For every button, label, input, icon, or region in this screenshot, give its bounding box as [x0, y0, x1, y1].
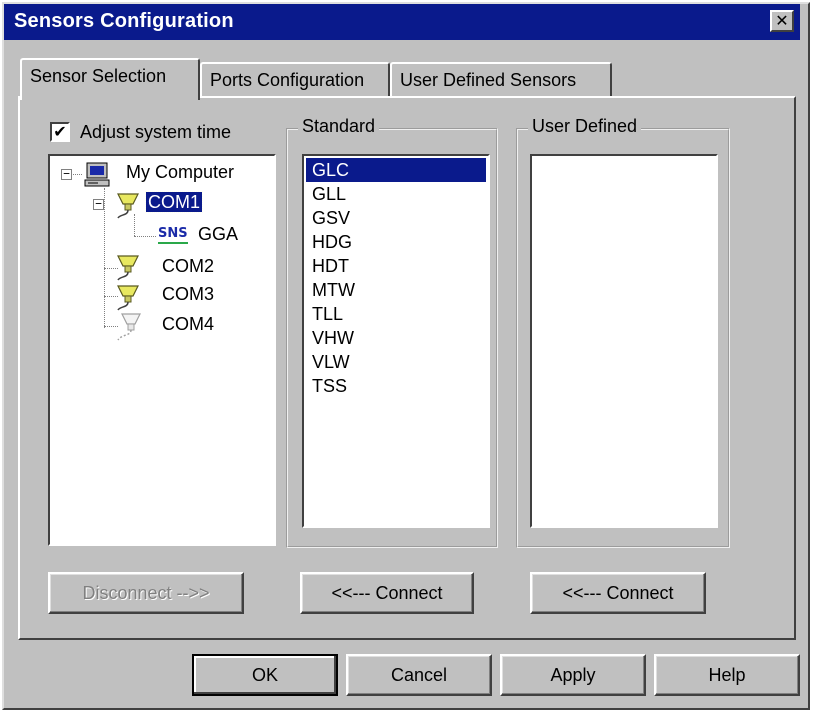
list-item-tss[interactable]: TSS — [306, 374, 486, 398]
user-defined-group-label: User Defined — [528, 116, 642, 137]
sns-badge-label: SNS — [158, 226, 188, 241]
tree-item-label: My Computer — [126, 162, 235, 182]
tree-item-com1[interactable]: COM1 — [144, 191, 204, 213]
apply-button[interactable]: Apply — [500, 654, 646, 696]
sns-underline — [158, 242, 188, 244]
list-item-label: GLL — [312, 184, 347, 204]
close-button[interactable]: ✕ — [770, 10, 794, 32]
serial-port-disabled-icon — [117, 313, 141, 341]
collapse-com1-icon[interactable]: − — [93, 198, 104, 210]
list-item-hdg[interactable]: HDG — [306, 230, 486, 254]
tab-label: Ports Configuration — [210, 70, 365, 90]
list-item-gll[interactable]: GLL — [306, 182, 486, 206]
list-item-vhw[interactable]: VHW — [306, 326, 486, 350]
tree-item-com2[interactable]: COM2 — [162, 256, 214, 277]
help-button[interactable]: Help — [654, 654, 800, 696]
serial-port-icon — [117, 285, 139, 311]
sns-badge-icon: SNS — [158, 226, 188, 241]
tab-user-defined-sensors[interactable]: User Defined Sensors — [390, 62, 612, 98]
list-item-label: HDT — [312, 256, 349, 276]
list-item-label: MTW — [312, 280, 355, 300]
computer-icon — [84, 162, 110, 187]
list-item-hdt[interactable]: HDT — [306, 254, 486, 278]
standard-group-label: Standard — [298, 116, 380, 137]
connect-standard-label: <<--- Connect — [331, 583, 443, 603]
adjust-time-checkbox[interactable]: ✔ — [50, 122, 70, 142]
disconnect-button[interactable]: Disconnect -->> — [48, 572, 244, 614]
help-label: Help — [708, 665, 746, 685]
list-item-tll[interactable]: TLL — [306, 302, 486, 326]
list-item-label: GLC — [312, 160, 350, 180]
tree-item-label: COM3 — [162, 284, 215, 304]
window-title: Sensors Configuration — [14, 10, 234, 32]
tree-item-label: COM2 — [162, 256, 215, 276]
disconnect-label: Disconnect -->> — [82, 583, 210, 603]
ok-label: OK — [251, 665, 278, 685]
tab-label: User Defined Sensors — [400, 70, 577, 90]
adjust-time-label: Adjust system time — [80, 122, 232, 142]
tree-item-label: COM4 — [162, 314, 215, 334]
tab-label: Sensor Selection — [30, 66, 167, 86]
close-icon: ✕ — [775, 11, 789, 30]
apply-label: Apply — [550, 665, 596, 685]
list-item-mtw[interactable]: MTW — [306, 278, 486, 302]
list-item-label: TSS — [312, 376, 348, 396]
ok-button[interactable]: OK — [192, 654, 338, 696]
list-item-label: VLW — [312, 352, 350, 372]
list-item-label: VHW — [312, 328, 354, 348]
tree-item-label: COM1 — [144, 191, 204, 213]
list-item-label: GSV — [312, 208, 351, 228]
cancel-label: Cancel — [390, 665, 448, 685]
cancel-button[interactable]: Cancel — [346, 654, 492, 696]
tab-sensor-selection[interactable]: Sensor Selection — [20, 58, 200, 100]
connect-standard-button[interactable]: <<--- Connect — [300, 572, 474, 614]
list-item-gsv[interactable]: GSV — [306, 206, 486, 230]
serial-port-icon — [117, 255, 139, 281]
user-defined-sensor-list[interactable] — [530, 154, 718, 528]
check-icon: ✔ — [53, 122, 67, 141]
title-bar[interactable]: Sensors Configuration ✕ — [4, 4, 800, 40]
list-item-vlw[interactable]: VLW — [306, 350, 486, 374]
tab-ports-configuration[interactable]: Ports Configuration — [200, 62, 390, 98]
list-item-glc[interactable]: GLC — [306, 158, 486, 182]
tree-item-label: GGA — [198, 224, 239, 244]
connect-user-defined-button[interactable]: <<--- Connect — [530, 572, 706, 614]
connect-user-defined-label: <<--- Connect — [562, 583, 674, 603]
list-item-label: TLL — [312, 304, 344, 324]
standard-sensor-list[interactable]: GLC GLL GSV HDG HDT MTW TLL VHW VLW TSS — [302, 154, 490, 528]
tree-item-com3[interactable]: COM3 — [162, 284, 214, 305]
tree-line — [104, 188, 105, 328]
collapse-my-computer-icon[interactable]: − — [61, 168, 72, 180]
serial-port-icon — [117, 193, 139, 219]
tree-line — [134, 236, 156, 237]
list-item-label: HDG — [312, 232, 352, 252]
tree-item-gga[interactable]: GGA — [198, 224, 238, 245]
tree-item-com4[interactable]: COM4 — [162, 314, 214, 335]
tree-item-my-computer[interactable]: My Computer — [126, 162, 234, 183]
